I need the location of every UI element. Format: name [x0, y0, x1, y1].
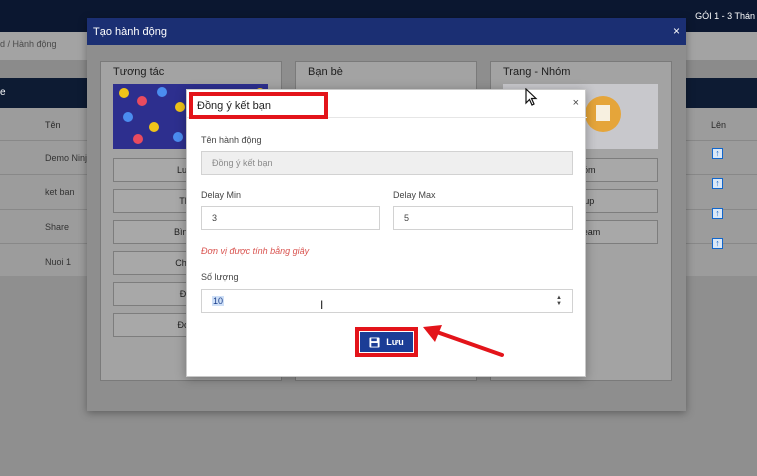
- category-title: Tương tác: [113, 66, 165, 78]
- table-row-name: Demo Ninja: [45, 153, 93, 163]
- move-up-icon[interactable]: ↑: [712, 238, 723, 249]
- breadcrumb: d / Hành động: [0, 39, 57, 49]
- quantity-stepper[interactable]: 10 I ▲ ▼: [201, 289, 573, 313]
- table-row-name: ket ban: [45, 187, 75, 197]
- column-header-up: Lên: [711, 120, 727, 130]
- dialog-title: Đồng ý kết bạn: [197, 100, 271, 112]
- save-highlight: Lưu: [355, 327, 418, 357]
- close-icon[interactable]: ×: [673, 24, 680, 38]
- category-title: Trang - Nhóm: [503, 66, 571, 78]
- plan-label: GÓI 1 - 3 Thán: [695, 11, 755, 21]
- move-up-icon[interactable]: ↑: [712, 148, 723, 159]
- annotation-arrow-icon: [423, 325, 504, 357]
- table-row-name: Share: [45, 222, 70, 232]
- delay-max-label: Delay Max: [393, 190, 436, 200]
- spinner-arrows-icon[interactable]: ▲ ▼: [556, 295, 562, 307]
- category-title: Bạn bè: [308, 66, 343, 78]
- save-button[interactable]: Lưu: [360, 332, 413, 352]
- mouse-pointer-icon: [525, 88, 538, 106]
- floppy-disk-icon: [369, 336, 380, 348]
- close-icon[interactable]: ×: [573, 97, 579, 109]
- flag-icon: [585, 96, 621, 132]
- quantity-label: Số lượng: [201, 272, 239, 282]
- delay-min-input[interactable]: 3: [201, 206, 380, 230]
- modal-title: Tạo hành động: [93, 26, 168, 38]
- save-label: Lưu: [386, 337, 404, 347]
- delay-min-label: Delay Min: [201, 190, 242, 200]
- text-cursor-icon: I: [320, 298, 324, 312]
- modal-header: Tạo hành động ×: [87, 18, 686, 45]
- delay-max-input[interactable]: 5: [393, 206, 573, 230]
- title-highlight: Đồng ý kết bạn: [189, 92, 328, 119]
- quantity-value: 10: [212, 296, 225, 306]
- column-header-name: Tên: [45, 120, 61, 130]
- move-up-icon[interactable]: ↑: [712, 178, 723, 189]
- move-up-icon[interactable]: ↑: [712, 208, 723, 219]
- table-title-fragment: e: [0, 87, 6, 98]
- action-name-field: Đồng ý kết bạn: [201, 151, 573, 175]
- table-row-name: Nuoi 1: [45, 257, 72, 267]
- unit-note: Đơn vị được tính bằng giây: [201, 246, 310, 256]
- action-name-label: Tên hành động: [201, 135, 262, 145]
- accept-friend-dialog: × Đồng ý kết bạn Tên hành động Đồng ý kế…: [186, 88, 587, 377]
